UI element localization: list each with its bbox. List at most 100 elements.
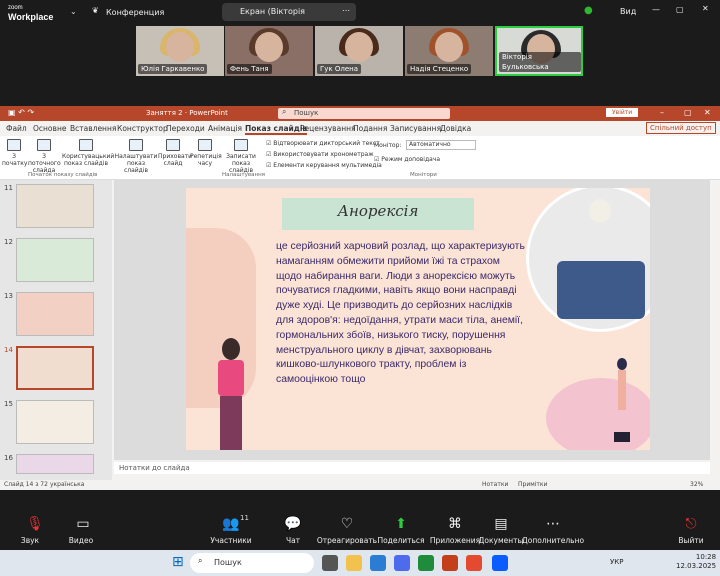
language-indicator[interactable]: УКР [610, 558, 623, 566]
scale-icon [614, 432, 630, 442]
thumbnail[interactable] [16, 238, 94, 282]
jeans-image [557, 261, 645, 319]
leave-button[interactable]: Выйти [656, 536, 720, 545]
thin-woman-illustration [614, 358, 630, 444]
tab-transitions[interactable]: Переходи [166, 124, 205, 133]
from-start-button[interactable]: З початку [2, 139, 28, 167]
participant-tile[interactable]: Надія Стеценко [405, 26, 493, 76]
timing-checkbox[interactable]: Використовувати хронометраж [266, 151, 373, 158]
close-icon[interactable]: ✕ [704, 108, 711, 117]
participants-icon[interactable]: 👥 [196, 516, 266, 532]
app-icon[interactable] [418, 555, 434, 571]
custom-show-button[interactable]: Користувацький показ слайдів [62, 139, 114, 167]
woman-illustration [210, 338, 254, 450]
skull-image [589, 199, 611, 223]
zoom-logo: zoom Workplace [8, 5, 54, 22]
slide-title[interactable]: Анорексія [282, 202, 474, 220]
zoom-level[interactable]: 32% [690, 481, 703, 488]
edge-icon[interactable] [370, 555, 386, 571]
status-bar: Слайд 14 з 72 українська Нотатки Примітк… [0, 480, 720, 490]
notes-pane[interactable]: Нотатки до слайда [114, 462, 710, 474]
store-icon[interactable] [394, 555, 410, 571]
slide[interactable]: Анорексія це серйозний харчовий розлад, … [186, 188, 650, 450]
search-input[interactable]: Пошук [278, 108, 450, 119]
taskbar-search[interactable]: Пошук [190, 553, 314, 573]
tab-file[interactable]: Файл [6, 124, 27, 133]
presenter-view-checkbox[interactable]: Режим доповідача [374, 156, 440, 163]
more-icon[interactable]: ⋯ [342, 6, 350, 15]
folder-icon[interactable] [346, 555, 362, 571]
meeting-title[interactable]: Конференция [106, 8, 164, 17]
hide-slide-button[interactable]: Приховати слайд [158, 139, 192, 167]
tab-animations[interactable]: Анімація [208, 124, 242, 133]
window-title: Заняття 2 · PowerPoint [146, 109, 228, 117]
tab-design[interactable]: Конструктор [117, 124, 168, 133]
close-icon[interactable]: ✕ [702, 4, 709, 13]
tab-view[interactable]: Подання [353, 124, 387, 133]
tab-home[interactable]: Основне [33, 124, 66, 133]
tab-insert[interactable]: Вставлення [70, 124, 116, 133]
ribbon: З початку З поточного слайда Користуваць… [0, 136, 720, 180]
view-button[interactable]: Вид [620, 7, 636, 16]
play-icon [7, 139, 21, 151]
chrome-icon[interactable] [466, 555, 482, 571]
task-view-icon[interactable] [322, 555, 338, 571]
monitor-select[interactable]: Автоматично [406, 140, 476, 150]
zoom-toolbar: 🎙 Звук ▭ Видео 👥 11 Участники 💬 Чат ♡ Отреагир… [0, 510, 720, 550]
participant-tile[interactable]: Фень Таня [225, 26, 313, 76]
participant-tile-active[interactable]: Вікторія Бульковська [495, 26, 583, 76]
zoom-icon[interactable] [492, 555, 508, 571]
rehearse-button[interactable]: Репетиція часу [190, 139, 222, 167]
notes-button[interactable]: Нотатки [482, 481, 508, 488]
windows-icon[interactable]: ⊞ [172, 554, 184, 570]
thumbnail[interactable] [16, 454, 94, 474]
minimize-icon[interactable]: – [660, 108, 664, 117]
tab-record[interactable]: Записування [390, 124, 441, 133]
participant-tile[interactable]: Юлія Гаркавенко [136, 26, 224, 76]
narration-checkbox[interactable]: Відтворювати дикторський текст [266, 140, 379, 147]
thumbnail[interactable] [16, 292, 94, 336]
setup-show-button[interactable]: Налаштувати показ слайдів [114, 139, 158, 174]
shield-icon[interactable]: ● [584, 5, 593, 16]
video-button[interactable]: Видео [46, 536, 116, 545]
play-icon [37, 139, 51, 151]
participants-button[interactable]: Участники [196, 536, 266, 545]
tab-help[interactable]: Довідка [440, 124, 471, 133]
ribbon-tabs: Файл Основне Вставлення Конструктор Пере… [0, 121, 720, 136]
search-icon: ⌕ [198, 556, 203, 565]
avatar [255, 32, 283, 62]
camera-icon[interactable]: ▭ [48, 516, 118, 532]
avatar [345, 32, 373, 62]
participant-tile[interactable]: Гук Олена [315, 26, 403, 76]
thumbnail[interactable] [16, 400, 94, 444]
tab-slideshow[interactable]: Показ слайдів [245, 124, 308, 135]
chevron-down-icon[interactable]: ⌄ [70, 7, 77, 16]
monitor-label: Монітор: [374, 142, 402, 149]
powerpoint-icon[interactable] [442, 555, 458, 571]
clock[interactable]: 10:28 12.03.2025 [676, 553, 716, 571]
avatar [166, 32, 194, 62]
maximize-icon[interactable]: ▢ [676, 5, 684, 14]
from-current-button[interactable]: З поточного слайда [28, 139, 61, 174]
share-indicator[interactable]: Екран (Вікторія Бульковська) [222, 3, 356, 34]
comments-button[interactable]: Примітки [518, 481, 547, 488]
record-icon [234, 139, 248, 151]
media-controls-checkbox[interactable]: Елементи керування мультимедіа [266, 162, 382, 169]
thumbnail[interactable] [16, 184, 94, 228]
skeleton-image [526, 188, 650, 332]
sign-in-button[interactable]: Увійти [606, 108, 639, 117]
zoom-top-bar: zoom Workplace ⌄ ❦ Конференция Екран (Вік… [0, 0, 720, 34]
record-button[interactable]: Записати показ слайдів [220, 139, 262, 174]
leave-icon[interactable]: ⎋ [656, 516, 720, 532]
thumbnail-selected[interactable] [16, 346, 94, 390]
search-icon: ⌕ [282, 107, 287, 116]
slide-body-text[interactable]: це серйозний харчовий розлад, що характе… [276, 240, 526, 388]
autosave-icon[interactable]: ▣ ↶ ↷ [8, 108, 34, 117]
share-button[interactable]: Спільний доступ [646, 122, 716, 134]
maximize-icon[interactable]: ▢ [684, 108, 692, 117]
more-button[interactable]: Дополнительно [518, 536, 588, 545]
more-icon[interactable]: ⋯ [518, 516, 588, 532]
tab-review[interactable]: Рецензування [300, 124, 356, 133]
minimize-icon[interactable]: — [652, 5, 660, 14]
setup-icon [129, 139, 143, 151]
